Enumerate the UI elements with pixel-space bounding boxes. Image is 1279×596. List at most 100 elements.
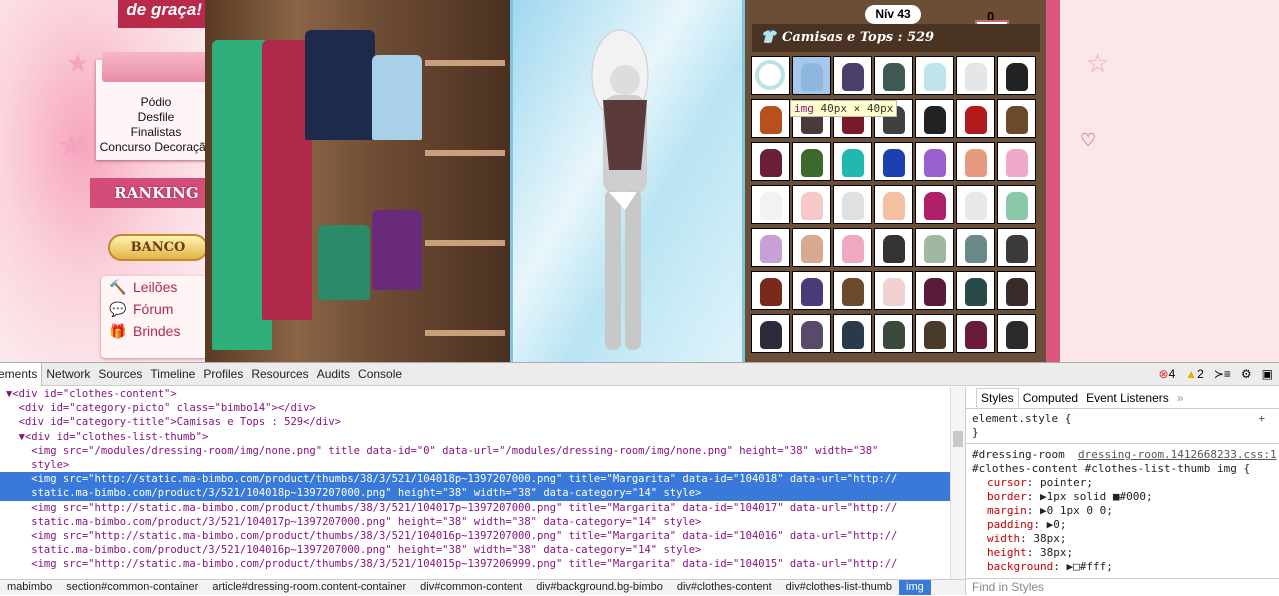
error-count[interactable]: ⊗4 <box>1159 367 1176 381</box>
css-property[interactable]: margin: ▶0 1px 0 0; <box>972 504 1279 518</box>
clothing-thumb[interactable] <box>956 56 995 95</box>
navy-blazer[interactable] <box>305 30 375 140</box>
breadcrumb-item[interactable]: section#common-container <box>59 580 205 595</box>
scroll-thumb[interactable] <box>953 431 963 447</box>
clothing-thumb[interactable] <box>915 99 954 138</box>
brindes-link[interactable]: 🎁 Brindes <box>101 320 207 342</box>
clothing-thumb[interactable] <box>833 142 872 181</box>
css-property[interactable]: cursor: pointer; <box>972 476 1279 490</box>
add-rule-icon[interactable]: + <box>1258 412 1265 426</box>
purple-bikini[interactable] <box>372 210 422 290</box>
clothing-thumb[interactable] <box>956 99 995 138</box>
dom-node[interactable]: <img src="/modules/dressing-room/img/non… <box>0 444 950 458</box>
clothing-thumb[interactable] <box>792 314 831 353</box>
clothing-thumb[interactable] <box>833 185 872 224</box>
dom-node-selected[interactable]: static.ma-bimbo.com/product/3/521/104018… <box>0 486 950 501</box>
clothing-thumb[interactable] <box>792 56 831 95</box>
clothing-thumb[interactable] <box>956 271 995 310</box>
clothing-thumb[interactable] <box>751 314 790 353</box>
dom-node[interactable]: style> <box>0 458 950 472</box>
clothing-thumb[interactable] <box>874 185 913 224</box>
clothing-thumb[interactable] <box>792 228 831 267</box>
clothing-thumb[interactable] <box>874 142 913 181</box>
tab-event-listeners[interactable]: Event Listeners <box>1082 389 1173 407</box>
desfile-link[interactable]: Desfile <box>96 110 216 125</box>
promo-banner[interactable]: de graça! <box>118 0 206 28</box>
clothing-thumb[interactable] <box>997 185 1036 224</box>
tab-resources[interactable]: Resources <box>247 367 312 381</box>
breadcrumb-item[interactable]: img <box>899 580 931 595</box>
finalistas-link[interactable]: Finalistas <box>96 125 216 140</box>
clothing-thumb[interactable] <box>833 56 872 95</box>
clothing-thumb[interactable] <box>956 142 995 181</box>
tab-profiles[interactable]: Profiles <box>199 367 247 381</box>
clothing-thumb[interactable] <box>874 228 913 267</box>
tab-computed[interactable]: Computed <box>1019 389 1082 407</box>
clothing-thumb[interactable] <box>956 185 995 224</box>
clothing-thumb[interactable] <box>833 228 872 267</box>
tab-styles[interactable]: Styles <box>976 388 1019 407</box>
clothing-thumb[interactable] <box>874 314 913 353</box>
css-property[interactable]: padding: ▶0; <box>972 518 1279 532</box>
breadcrumb-item[interactable]: div#clothes-list-thumb <box>779 580 899 595</box>
dom-node[interactable]: static.ma-bimbo.com/product/3/521/104017… <box>0 515 950 529</box>
podium-link[interactable]: Pódio <box>96 95 216 110</box>
tab-timeline[interactable]: Timeline <box>146 367 199 381</box>
clothing-thumb[interactable] <box>792 185 831 224</box>
clothing-thumb[interactable] <box>874 56 913 95</box>
ranking-button[interactable]: RANKING <box>90 178 223 208</box>
dom-node[interactable]: <img src="http://static.ma-bimbo.com/pro… <box>0 529 950 543</box>
clothing-thumb[interactable] <box>751 142 790 181</box>
gear-icon[interactable]: ⚙ <box>1241 367 1252 381</box>
clothing-thumb[interactable] <box>997 99 1036 138</box>
clothing-thumb[interactable] <box>751 271 790 310</box>
dom-node[interactable]: ▼<div id="clothes-content"> <box>0 387 950 401</box>
tab-audits[interactable]: Audits <box>313 367 354 381</box>
breadcrumb-item[interactable]: mabimbo <box>0 580 59 595</box>
clothing-thumb[interactable] <box>751 56 790 95</box>
breadcrumb-item[interactable]: div#background.bg-bimbo <box>529 580 670 595</box>
console-drawer-icon[interactable]: ≻≡ <box>1214 367 1231 381</box>
breadcrumb-item[interactable]: div#clothes-content <box>670 580 779 595</box>
more-icon[interactable]: » <box>1173 389 1188 407</box>
clothing-thumb[interactable] <box>915 185 954 224</box>
warning-count[interactable]: ▲2 <box>1185 367 1204 381</box>
clothing-thumb[interactable] <box>956 228 995 267</box>
clothing-thumb[interactable] <box>915 56 954 95</box>
breadcrumb-item[interactable]: article#dressing-room.content-container <box>205 580 413 595</box>
tab-network[interactable]: Network <box>42 367 94 381</box>
css-property[interactable]: width: 38px; <box>972 532 1279 546</box>
clothing-thumb[interactable] <box>915 142 954 181</box>
dom-node[interactable]: <div id="category-picto" class="bimbo14"… <box>0 401 950 415</box>
dom-node[interactable]: ▼<div id="clothes-list-thumb"> <box>0 430 950 444</box>
breadcrumb-item[interactable]: div#common-content <box>413 580 529 595</box>
dom-node[interactable]: <div id="category-title">Camisas e Tops … <box>0 415 950 429</box>
dom-node-selected[interactable]: <img src="http://static.ma-bimbo.com/pro… <box>0 472 950 487</box>
clothing-thumb[interactable] <box>833 314 872 353</box>
clothing-thumb[interactable] <box>915 228 954 267</box>
rule-source-link[interactable]: dressing-room.1412668233.css:1 <box>1078 448 1277 461</box>
clothing-thumb[interactable] <box>915 271 954 310</box>
clothing-thumb[interactable] <box>751 185 790 224</box>
clothing-thumb[interactable] <box>915 314 954 353</box>
css-property[interactable]: background: ▶□#fff; <box>972 560 1279 574</box>
dom-node[interactable]: <img src="http://static.ma-bimbo.com/pro… <box>0 557 950 571</box>
tab-sources[interactable]: Sources <box>94 367 146 381</box>
find-in-styles-input[interactable]: Find in Styles <box>966 578 1279 595</box>
dom-scrollbar[interactable] <box>950 387 965 579</box>
forum-link[interactable]: 💬 Fórum <box>101 298 207 320</box>
banco-button[interactable]: BANCO <box>108 234 208 261</box>
clothing-thumb[interactable] <box>997 228 1036 267</box>
clothing-thumb[interactable] <box>751 228 790 267</box>
clothing-thumb[interactable] <box>792 271 831 310</box>
clothing-thumb[interactable] <box>997 142 1036 181</box>
css-property[interactable]: border: ▶1px solid ■#000; <box>972 490 1279 504</box>
blue-top[interactable] <box>372 55 422 140</box>
clothing-thumb[interactable] <box>997 314 1036 353</box>
clothing-thumb[interactable] <box>833 271 872 310</box>
clothing-thumb[interactable] <box>997 56 1036 95</box>
clothing-thumb[interactable] <box>956 314 995 353</box>
clothing-thumb[interactable] <box>792 142 831 181</box>
clothing-thumb[interactable] <box>997 271 1036 310</box>
dock-icon[interactable]: ▣ <box>1262 367 1273 381</box>
